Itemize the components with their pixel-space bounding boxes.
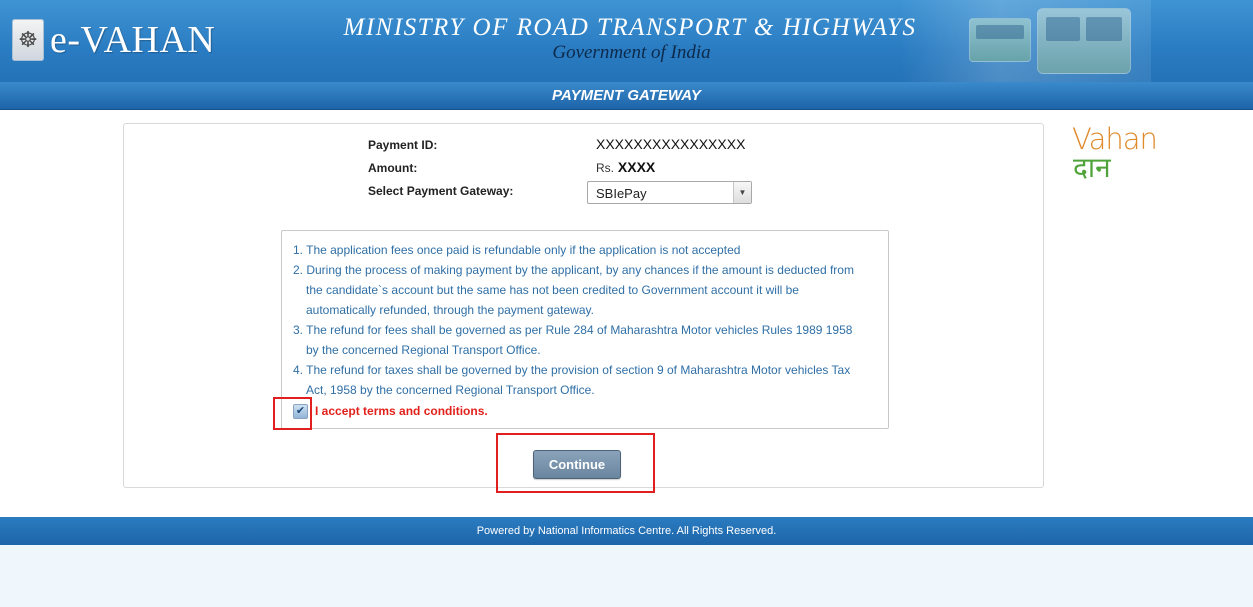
- vahan-daan-line2: दान: [1073, 151, 1111, 184]
- terms-item: 3. The refund for fees shall be governed…: [293, 323, 853, 337]
- accept-terms-label[interactable]: I accept terms and conditions.: [315, 404, 488, 418]
- page-title: PAYMENT GATEWAY: [552, 87, 701, 104]
- terms-box: 1. The application fees once paid is ref…: [281, 230, 889, 429]
- page-title-bar: PAYMENT GATEWAY: [0, 82, 1253, 110]
- terms-item: Act, 1958 by the concerned Regional Tran…: [306, 383, 595, 397]
- checkbox-highlight-box: [273, 397, 312, 430]
- payment-gateway-select[interactable]: SBIePay ▼: [587, 181, 752, 204]
- chevron-down-icon[interactable]: ▼: [733, 182, 751, 203]
- gateway-selected-value: SBIePay: [596, 186, 647, 201]
- gateway-label: Select Payment Gateway:: [368, 184, 514, 198]
- vahan-daan-logo: Vahan दान: [1072, 124, 1172, 194]
- terms-item: 2. During the process of making payment …: [293, 263, 854, 277]
- vahan-daan-line1: Vahan: [1072, 122, 1158, 156]
- terms-item: automatically refunded, through the paym…: [306, 303, 594, 317]
- terms-item: 4. The refund for taxes shall be governe…: [293, 363, 851, 377]
- footer-text: Powered by National Informatics Centre. …: [476, 525, 777, 537]
- continue-highlight-box: [496, 433, 655, 493]
- payment-id-value: XXXXXXXXXXXXXXXX: [596, 136, 746, 152]
- payment-id-label: Payment ID:: [368, 138, 438, 152]
- terms-list: 1. The application fees once paid is ref…: [293, 240, 883, 400]
- amount-value: Rs. XXXX: [596, 159, 655, 175]
- terms-item: the candidate`s account but the same has…: [306, 283, 799, 297]
- footer: Powered by National Informatics Centre. …: [0, 517, 1253, 545]
- terms-item: by the concerned Regional Transport Offi…: [306, 343, 541, 357]
- accept-terms-row[interactable]: ✔ I accept terms and conditions.: [293, 402, 488, 420]
- currency-prefix: Rs.: [596, 161, 614, 175]
- header: ☸ e-VAHAN MINISTRY OF ROAD TRANSPORT & H…: [0, 0, 1253, 82]
- page-bottom-area: [0, 545, 1253, 607]
- amount-label: Amount:: [368, 161, 418, 175]
- amount-number: XXXX: [617, 159, 656, 175]
- bus-banner-image: [899, 0, 1151, 82]
- terms-item: 1. The application fees once paid is ref…: [293, 243, 741, 257]
